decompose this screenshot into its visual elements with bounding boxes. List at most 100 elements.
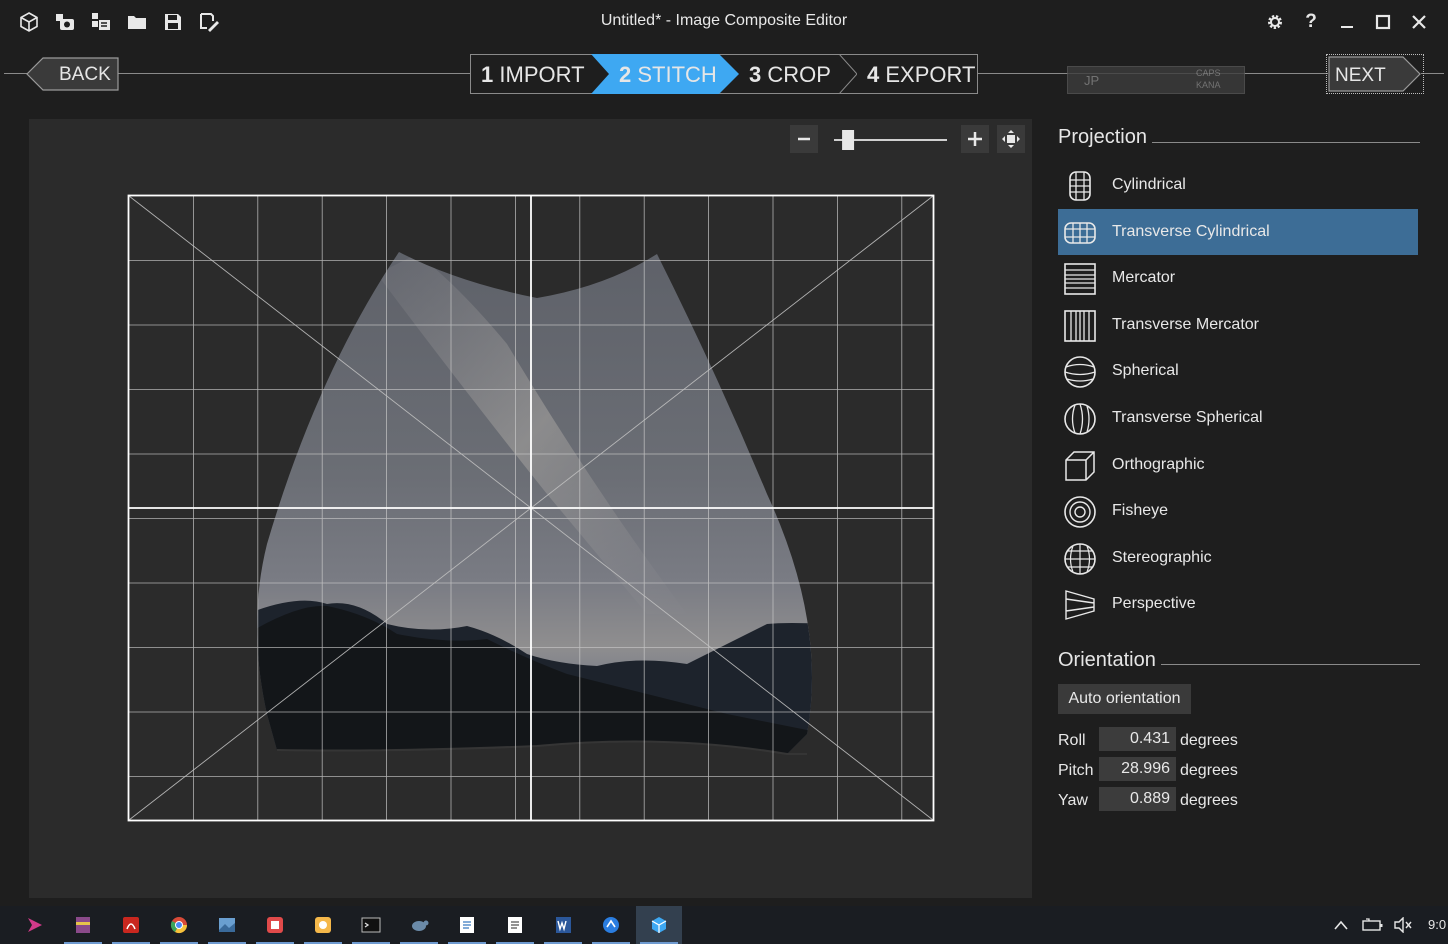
zoom-in-button[interactable] xyxy=(961,125,989,153)
projection-option-transverse-cylindrical[interactable]: Transverse Cylindrical xyxy=(1058,208,1418,255)
app-logo-icon[interactable] xyxy=(16,9,42,35)
taskbar-app-sticky-notes[interactable] xyxy=(300,906,346,944)
taskbar: 9:0 xyxy=(0,906,1448,944)
taskbar-app-photos[interactable] xyxy=(204,906,250,944)
roll-input[interactable]: 0.431 xyxy=(1099,727,1176,751)
next-button[interactable]: NEXT xyxy=(1326,54,1424,94)
auto-orientation-button[interactable]: Auto orientation xyxy=(1058,684,1191,714)
orientation-title: Orientation xyxy=(1058,649,1156,671)
projection-option-label: Cylindrical xyxy=(1112,176,1186,193)
projection-option-cylindrical[interactable]: Cylindrical xyxy=(1058,162,1418,208)
transverse-spherical-icon xyxy=(1064,403,1096,435)
taskbar-app-notepad[interactable] xyxy=(444,906,490,944)
plus-icon xyxy=(968,132,982,146)
show-hidden-icons-button[interactable] xyxy=(1326,906,1356,944)
cmd-icon xyxy=(361,917,381,933)
fit-to-window-button[interactable] xyxy=(997,125,1025,153)
zoom-slider[interactable] xyxy=(830,127,950,153)
transverse-cylindrical-icon xyxy=(1064,221,1096,244)
open-icon[interactable] xyxy=(124,9,150,35)
word-icon xyxy=(556,917,571,933)
taskbar-app-feedback[interactable] xyxy=(588,906,634,944)
step-crop[interactable]: 3 CROP xyxy=(749,55,841,93)
clock[interactable]: 9:0 xyxy=(1428,917,1446,932)
taskbar-app-acrobat[interactable] xyxy=(108,906,154,944)
app-icon xyxy=(267,917,283,933)
chrome-icon xyxy=(170,917,188,934)
step-stitch[interactable]: 2 STITCH xyxy=(619,55,729,93)
roll-row: Roll 0.431 degrees xyxy=(1058,727,1278,753)
sticky-notes-icon xyxy=(315,917,331,933)
close-button[interactable] xyxy=(1404,8,1434,36)
projection-option-label: Mercator xyxy=(1112,269,1176,287)
taskbar-app-tortoise[interactable] xyxy=(396,906,442,944)
taskbar-app-notepad2[interactable] xyxy=(492,906,538,944)
back-button[interactable]: BACK xyxy=(26,57,120,91)
notepad-icon xyxy=(460,917,474,933)
ime-lang: JP xyxy=(1084,73,1100,88)
perspective-icon xyxy=(1065,590,1095,621)
gear-icon xyxy=(1268,15,1282,29)
battery-icon[interactable] xyxy=(1358,906,1388,944)
new-video-panorama-icon[interactable] xyxy=(88,9,114,35)
save-as-icon[interactable] xyxy=(196,9,222,35)
ime-toolbar[interactable]: JP CAPS KANA xyxy=(1067,66,1245,94)
next-label: NEXT xyxy=(1335,65,1386,86)
zoom-controls xyxy=(790,125,1030,155)
projection-option-stereographic[interactable]: Stereographic xyxy=(1058,535,1418,581)
settings-button[interactable] xyxy=(1260,8,1290,36)
projection-option-label: Transverse Mercator xyxy=(1112,315,1259,333)
roll-label: Roll xyxy=(1058,732,1086,749)
yaw-row: Yaw 0.889 degrees xyxy=(1058,787,1278,813)
mercator-icon xyxy=(1064,263,1096,295)
projection-option-label: Perspective xyxy=(1112,595,1196,613)
projection-option-mercator[interactable]: Mercator xyxy=(1058,255,1418,301)
taskbar-app-word[interactable] xyxy=(540,906,586,944)
projection-option-label: Transverse Cylindrical xyxy=(1112,222,1270,240)
new-panorama-icon[interactable] xyxy=(52,9,78,35)
save-icon[interactable] xyxy=(160,9,186,35)
step-chevron xyxy=(839,54,857,94)
minus-icon xyxy=(798,137,810,141)
close-icon xyxy=(1412,15,1426,29)
projection-option-transverse-spherical[interactable]: Transverse Spherical xyxy=(1058,395,1418,441)
zoom-out-button[interactable] xyxy=(790,125,818,153)
chevron-up-icon xyxy=(1334,920,1348,930)
projection-option-label: Spherical xyxy=(1112,362,1179,380)
title-bar: Untitled* - Image Composite Editor ? xyxy=(0,0,1448,44)
projection-option-transverse-mercator[interactable]: Transverse Mercator xyxy=(1058,302,1418,348)
taskbar-app-start[interactable] xyxy=(12,906,58,944)
feedback-icon xyxy=(603,917,619,933)
taskbar-app-cmd[interactable] xyxy=(348,906,394,944)
taskbar-app-winrar[interactable] xyxy=(60,906,106,944)
tortoise-icon xyxy=(412,920,429,931)
cylindrical-icon xyxy=(1069,171,1091,201)
wizard-bar: BACK 1 IMPORT 2 STITCH 3 CROP 4 EXPORT J… xyxy=(0,48,1448,100)
projection-option-orthographic[interactable]: Orthographic xyxy=(1058,442,1418,488)
pitch-input[interactable]: 28.996 xyxy=(1099,757,1176,781)
taskbar-app-chrome[interactable] xyxy=(156,906,202,944)
fit-window-icon xyxy=(1002,130,1020,148)
zoom-slider-thumb[interactable] xyxy=(842,130,855,150)
projection-option-spherical[interactable]: Spherical xyxy=(1058,348,1418,394)
projection-option-label: Orthographic xyxy=(1112,455,1205,473)
step-import[interactable]: 1 IMPORT xyxy=(481,55,591,93)
projection-divider xyxy=(1152,142,1420,143)
projection-option-perspective[interactable]: Perspective xyxy=(1058,581,1418,627)
minimize-button[interactable] xyxy=(1332,8,1362,36)
yaw-input[interactable]: 0.889 xyxy=(1099,787,1176,811)
volume-muted-icon[interactable] xyxy=(1388,906,1418,944)
taskbar-app-ice[interactable] xyxy=(636,906,682,944)
projection-option-label: Stereographic xyxy=(1112,548,1212,566)
maximize-button[interactable] xyxy=(1368,8,1398,36)
taskbar-app-app[interactable] xyxy=(252,906,298,944)
transverse-mercator-icon xyxy=(1064,309,1096,342)
pitch-label: Pitch xyxy=(1058,762,1094,779)
projection-option-fisheye[interactable]: Fisheye xyxy=(1058,488,1418,534)
panorama-preview[interactable] xyxy=(127,194,935,822)
step-export[interactable]: 4 EXPORT xyxy=(867,55,977,93)
roll-unit: degrees xyxy=(1180,732,1238,749)
pitch-unit: degrees xyxy=(1180,762,1238,779)
wizard-divider xyxy=(1421,73,1444,74)
help-button[interactable]: ? xyxy=(1296,8,1326,36)
